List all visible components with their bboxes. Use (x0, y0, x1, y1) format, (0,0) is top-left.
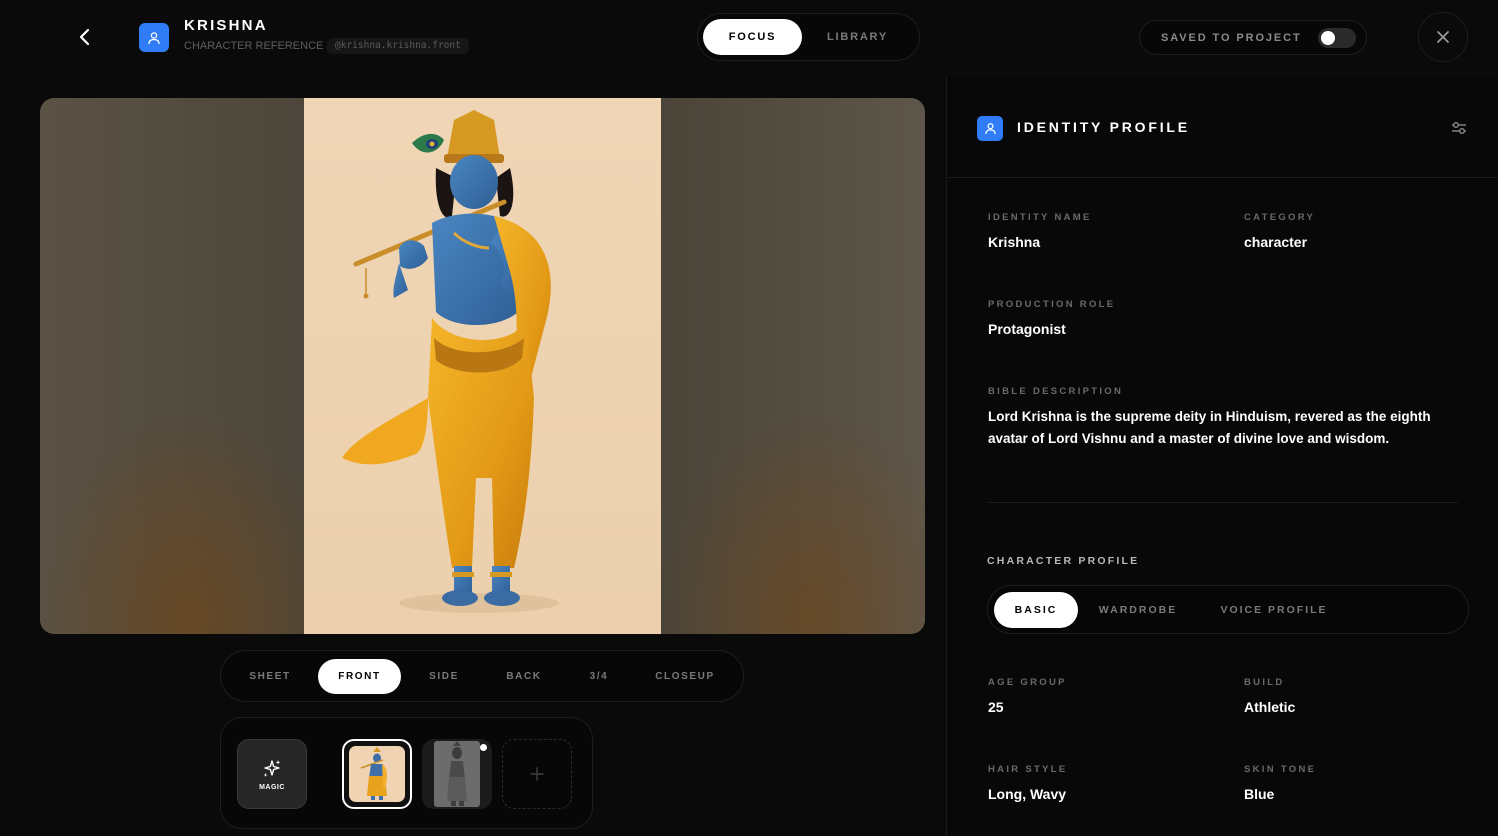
hair-style-value: Long, Wavy (988, 786, 1067, 802)
character-profile-title: CHARACTER PROFILE (987, 555, 1140, 567)
new-indicator-dot (480, 744, 487, 751)
magic-label: MAGIC (259, 783, 285, 791)
saved-to-project-toggle-group: SAVED TO PROJECT (1139, 20, 1367, 55)
library-tab[interactable]: LIBRARY (810, 19, 905, 55)
profile-avatar (977, 116, 1003, 141)
saved-to-project-label: SAVED TO PROJECT (1161, 31, 1302, 44)
production-role-label: PRODUCTION ROLE (988, 299, 1116, 310)
profile-settings-button[interactable] (1449, 118, 1469, 138)
production-role-value: Protagonist (988, 321, 1066, 337)
tab-wardrobe[interactable]: WARDROBE (1086, 592, 1190, 628)
sparkles-icon (263, 759, 281, 777)
back-button[interactable] (70, 22, 100, 52)
identity-profile-panel: IDENTITY PROFILE IDENTITY NAME Krishna C… (946, 77, 1498, 836)
section-divider (988, 502, 1458, 503)
category-label: CATEGORY (1244, 212, 1316, 223)
krishna-illustration (304, 98, 661, 634)
tab-side[interactable]: SIDE (411, 659, 477, 694)
close-button[interactable] (1418, 12, 1468, 62)
age-group-value: 25 (988, 699, 1004, 715)
magic-button[interactable]: MAGIC (237, 739, 307, 809)
tab-voice-profile[interactable]: VOICE PROFILE (1204, 592, 1344, 628)
character-avatar (139, 23, 169, 52)
bible-description-label: BIBLE DESCRIPTION (988, 386, 1124, 397)
category-value: character (1244, 234, 1308, 250)
thumbnail-side-image (434, 741, 480, 807)
sliders-icon (1452, 121, 1466, 134)
panel-title: IDENTITY PROFILE (1017, 119, 1190, 135)
age-group-label: AGE GROUP (988, 677, 1067, 688)
panel-header: IDENTITY PROFILE (947, 77, 1498, 178)
thumbnail-strip: MAGIC (220, 717, 593, 829)
build-label: BUILD (1244, 677, 1285, 688)
character-profile-tabs: BASIC WARDROBE VOICE PROFILE (987, 585, 1469, 634)
user-icon (148, 31, 160, 44)
identity-name-value: Krishna (988, 234, 1041, 250)
page-subtitle: CHARACTER REFERENCE (184, 40, 324, 52)
reference-tag: @krishna.krishna.front (327, 38, 469, 54)
close-icon (1437, 31, 1449, 43)
main-image-viewer (40, 98, 925, 634)
tab-front[interactable]: FRONT (318, 659, 401, 694)
chevron-left-icon (79, 28, 90, 46)
tab-three-quarter[interactable]: 3/4 (569, 659, 629, 694)
tab-sheet[interactable]: SHEET (235, 659, 305, 694)
bible-description-text: Lord Krishna is the supreme deity in Hin… (988, 409, 1431, 446)
add-thumbnail-button[interactable] (502, 739, 572, 809)
identity-name-label: IDENTITY NAME (988, 212, 1092, 223)
skin-tone-label: SKIN TONE (1244, 764, 1317, 775)
focus-tab[interactable]: FOCUS (703, 19, 802, 55)
thumbnail-front[interactable] (342, 739, 412, 809)
skin-tone-value: Blue (1244, 786, 1275, 802)
tab-back[interactable]: BACK (489, 659, 559, 694)
character-reference-image (304, 98, 661, 634)
user-icon (984, 123, 996, 135)
switch-knob (1321, 31, 1335, 45)
view-mode-toggle: FOCUS LIBRARY (697, 13, 920, 61)
plus-icon (530, 767, 544, 781)
thumbnail-front-image (349, 746, 405, 802)
tab-basic[interactable]: BASIC (994, 592, 1078, 628)
build-value: Athletic (1244, 699, 1296, 715)
hair-style-label: HAIR STYLE (988, 764, 1068, 775)
angle-tabs: SHEET FRONT SIDE BACK 3/4 CLOSEUP (220, 650, 744, 702)
page-title: KRISHNA (184, 17, 268, 34)
saved-to-project-switch[interactable] (1318, 28, 1356, 48)
tab-closeup[interactable]: CLOSEUP (639, 659, 731, 694)
